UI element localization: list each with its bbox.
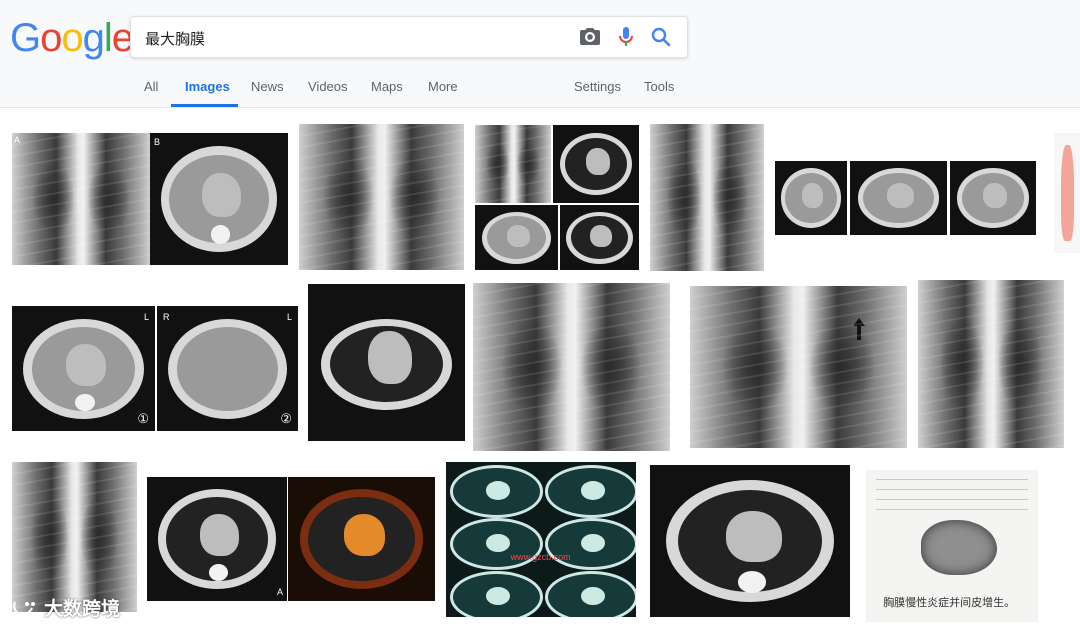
header-bar: Google All Images News Videos Maps More … bbox=[0, 0, 1080, 108]
ct-slice bbox=[544, 465, 636, 518]
result-image[interactable] bbox=[1054, 133, 1080, 253]
search-icon[interactable] bbox=[649, 25, 673, 49]
ct-heart bbox=[66, 343, 107, 386]
tab-more[interactable]: More bbox=[428, 79, 458, 94]
result-image[interactable] bbox=[850, 161, 947, 235]
ct-heart bbox=[886, 183, 915, 209]
result-image[interactable] bbox=[299, 124, 464, 270]
result-image[interactable] bbox=[475, 125, 551, 203]
logo-letter: g bbox=[82, 16, 105, 60]
tab-maps[interactable]: Maps bbox=[371, 79, 403, 94]
result-image[interactable] bbox=[288, 477, 435, 601]
ct-body bbox=[168, 318, 287, 419]
result-image[interactable] bbox=[560, 205, 639, 270]
image-label: B bbox=[154, 137, 161, 147]
watermark: 大数跨境 bbox=[12, 594, 120, 621]
image-label: R bbox=[163, 312, 170, 322]
result-image[interactable] bbox=[553, 125, 639, 203]
camera-icon[interactable] bbox=[578, 25, 602, 49]
ct-heart bbox=[982, 183, 1007, 209]
arrow-icon bbox=[853, 318, 865, 340]
ct-heart bbox=[585, 148, 610, 175]
image-results: A B L ① R L ② A www.gzcb.com 胸膜慢性炎症并间皮增生… bbox=[0, 108, 1080, 630]
tab-tools[interactable]: Tools bbox=[644, 79, 674, 94]
report-caption: 胸膜慢性炎症并间皮增生。 bbox=[883, 595, 1016, 609]
result-image[interactable] bbox=[775, 161, 847, 235]
result-image[interactable]: A bbox=[12, 133, 150, 265]
ct-spine bbox=[210, 225, 231, 244]
result-image[interactable] bbox=[650, 124, 764, 271]
logo-letter: o bbox=[40, 16, 62, 60]
ct-slice bbox=[449, 517, 544, 571]
ct-heart bbox=[506, 224, 530, 247]
logo-letter: o bbox=[61, 16, 83, 60]
report-lines bbox=[876, 479, 1028, 510]
result-image[interactable] bbox=[650, 465, 850, 617]
result-image[interactable] bbox=[950, 161, 1036, 235]
search-input[interactable] bbox=[143, 25, 567, 51]
result-image[interactable] bbox=[918, 280, 1064, 448]
result-image[interactable]: A bbox=[147, 477, 287, 601]
image-label: A bbox=[14, 135, 21, 145]
watermark-logo-icon bbox=[13, 601, 35, 615]
result-image[interactable]: 胸膜慢性炎症并间皮增生。 bbox=[866, 470, 1038, 622]
image-label: L bbox=[286, 312, 292, 322]
result-image[interactable]: L ① bbox=[12, 306, 155, 431]
search-tabs: All Images News Videos Maps More Setting… bbox=[0, 70, 1080, 107]
microphone-icon[interactable] bbox=[614, 25, 638, 49]
result-image[interactable] bbox=[308, 284, 465, 441]
ct-heart bbox=[726, 510, 782, 563]
search-box bbox=[130, 16, 688, 58]
watermark-text: 大数跨境 bbox=[44, 598, 121, 620]
tab-settings[interactable]: Settings bbox=[574, 79, 621, 94]
tissue-sample bbox=[921, 520, 997, 575]
ct-spine bbox=[738, 571, 766, 593]
result-image[interactable]: www.gzcb.com bbox=[446, 462, 636, 617]
tab-videos[interactable]: Videos bbox=[308, 79, 348, 94]
anatomy-figure bbox=[1060, 145, 1074, 241]
active-tab-indicator bbox=[171, 104, 238, 107]
image-label: A bbox=[276, 587, 283, 597]
ct-slice bbox=[449, 570, 544, 617]
ct-slice bbox=[544, 517, 636, 571]
result-image[interactable] bbox=[473, 283, 670, 451]
logo-letter: G bbox=[10, 16, 41, 60]
result-image[interactable] bbox=[690, 286, 907, 448]
image-overlay-text: www.gzcb.com bbox=[510, 551, 571, 562]
ct-heart bbox=[202, 172, 242, 218]
tab-images[interactable]: Images bbox=[185, 79, 230, 94]
ct-heart bbox=[367, 331, 412, 385]
result-image[interactable] bbox=[12, 462, 137, 612]
image-label: ② bbox=[280, 411, 292, 426]
tab-all[interactable]: All bbox=[144, 79, 158, 94]
ct-slice bbox=[449, 465, 544, 518]
ct-heart bbox=[590, 224, 613, 247]
ct-slice bbox=[544, 570, 636, 617]
image-label: ① bbox=[137, 411, 149, 426]
ct-heart bbox=[343, 514, 386, 557]
google-logo[interactable]: Google bbox=[10, 14, 134, 62]
tab-news[interactable]: News bbox=[251, 79, 284, 94]
logo-letter: l bbox=[103, 16, 113, 60]
result-image[interactable]: B bbox=[150, 133, 288, 265]
ct-heart bbox=[200, 514, 240, 557]
result-image[interactable]: R L ② bbox=[157, 306, 298, 431]
result-image[interactable] bbox=[475, 205, 558, 270]
ct-spine bbox=[74, 393, 95, 411]
image-label: L bbox=[143, 312, 149, 322]
ct-heart bbox=[802, 183, 823, 209]
